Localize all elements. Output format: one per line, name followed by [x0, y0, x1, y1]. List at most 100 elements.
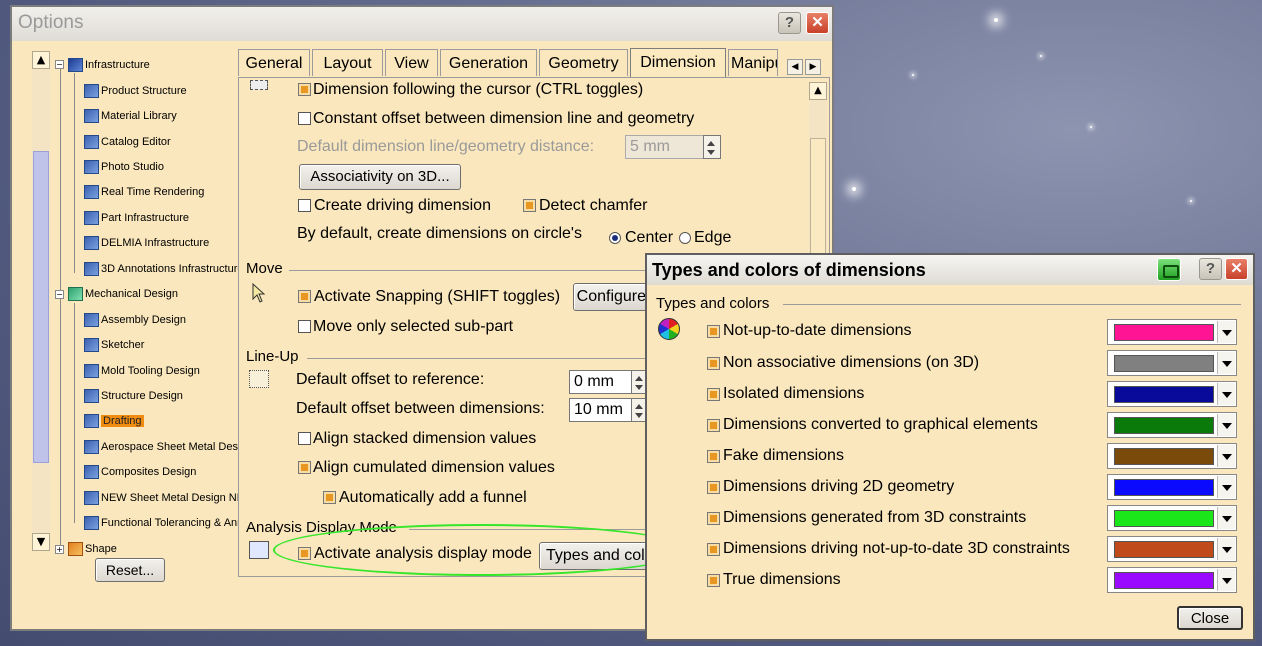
follow-cursor-checkbox[interactable] — [298, 83, 311, 96]
default-distance-spinner[interactable] — [703, 135, 721, 159]
catalog-editor-icon — [84, 135, 99, 150]
tree-item-sketcher[interactable]: Sketcher — [84, 337, 144, 353]
dimension-icon — [250, 80, 268, 90]
row-checkbox[interactable] — [707, 450, 720, 463]
activate-snapping-checkbox[interactable] — [298, 290, 311, 303]
tree-item-infrastructure[interactable]: Infrastructure — [68, 57, 150, 73]
tab-scroll-left-icon[interactable]: ◀ — [787, 59, 803, 75]
close-button[interactable]: Close — [1177, 606, 1243, 630]
detect-chamfer-checkbox[interactable] — [523, 199, 536, 212]
color-dropdown[interactable] — [1107, 505, 1237, 531]
move-section-header: Move — [246, 260, 283, 277]
tab-manipulators[interactable]: Manipulators — [728, 49, 778, 76]
color-dropdown[interactable] — [1107, 536, 1237, 562]
tab-dimension[interactable]: Dimension — [630, 48, 726, 77]
row-checkbox[interactable] — [707, 325, 720, 338]
close-icon[interactable]: ✕ — [1225, 258, 1248, 280]
scroll-thumb[interactable] — [810, 138, 826, 258]
chevron-down-icon[interactable] — [1217, 538, 1235, 560]
chevron-down-icon[interactable] — [1217, 414, 1235, 436]
color-swatch — [1114, 448, 1214, 465]
align-stacked-checkbox[interactable] — [298, 432, 311, 445]
row-checkbox[interactable] — [707, 357, 720, 370]
close-button[interactable]: ✕ — [806, 12, 829, 34]
associativity-button[interactable]: Associativity on 3D... — [299, 164, 461, 190]
tree-item-material-library[interactable]: Material Library — [84, 108, 177, 124]
constant-offset-checkbox[interactable] — [298, 112, 311, 125]
aerospace-icon — [84, 440, 99, 455]
chevron-down-icon[interactable] — [1217, 476, 1235, 498]
tree-item-real-time-rendering[interactable]: Real Time Rendering — [84, 184, 204, 200]
align-cumulated-checkbox[interactable] — [298, 461, 311, 474]
color-dropdown[interactable] — [1107, 567, 1237, 593]
tree-item-structure-design[interactable]: Structure Design — [84, 388, 183, 404]
default-distance-field[interactable]: 5 mm — [625, 135, 705, 159]
row-checkbox[interactable] — [707, 481, 720, 494]
chevron-down-icon[interactable] — [1217, 445, 1235, 467]
row-checkbox[interactable] — [707, 574, 720, 587]
tab-layout[interactable]: Layout — [312, 49, 383, 76]
color-dropdown[interactable] — [1107, 412, 1237, 438]
tree-item-mechanical-design[interactable]: Mechanical Design — [68, 286, 178, 302]
tree-item-drafting[interactable]: Drafting — [84, 413, 144, 429]
chevron-down-icon[interactable] — [1217, 352, 1235, 374]
row-checkbox[interactable] — [707, 419, 720, 432]
tree-item-aerospace[interactable]: Aerospace Sheet Metal Design — [84, 439, 246, 455]
star — [994, 18, 998, 22]
add-funnel-checkbox[interactable] — [323, 491, 336, 504]
tree-item-3d-annotations[interactable]: 3D Annotations Infrastructure — [84, 261, 243, 277]
scroll-up-icon[interactable]: ▲ — [809, 82, 827, 100]
add-funnel-label: Automatically add a funnel — [339, 489, 527, 506]
row-checkbox[interactable] — [707, 512, 720, 525]
tree-item-assembly-design[interactable]: Assembly Design — [84, 312, 186, 328]
tree-item-product-structure[interactable]: Product Structure — [84, 83, 187, 99]
types-colors-titlebar[interactable]: Types and colors of dimensions ? ✕ — [647, 255, 1253, 285]
scroll-up-icon[interactable]: ▲ — [32, 51, 50, 69]
color-dropdown[interactable] — [1107, 350, 1237, 376]
row-checkbox[interactable] — [707, 543, 720, 556]
options-titlebar[interactable]: Options ? ✕ — [12, 7, 832, 41]
chevron-down-icon[interactable] — [1217, 321, 1235, 343]
tree-item-composites[interactable]: Composites Design — [84, 464, 196, 480]
collapse-icon[interactable]: − — [55, 60, 64, 69]
color-dropdown[interactable] — [1107, 381, 1237, 407]
circle-edge-radio[interactable] — [679, 232, 691, 244]
color-dropdown[interactable] — [1107, 319, 1237, 345]
help-button[interactable]: ? — [778, 12, 801, 34]
move-selected-checkbox[interactable] — [298, 320, 311, 333]
chevron-down-icon[interactable] — [1217, 569, 1235, 591]
chevron-down-icon[interactable] — [1217, 507, 1235, 529]
tree-item-mold-tooling[interactable]: Mold Tooling Design — [84, 363, 200, 379]
tab-general[interactable]: General — [238, 49, 310, 76]
scroll-thumb[interactable] — [33, 151, 49, 463]
tab-scroll-right-icon[interactable]: ▶ — [805, 59, 821, 75]
tree-item-sheet-metal[interactable]: NEW Sheet Metal Design NEW — [84, 490, 246, 506]
scroll-down-icon[interactable]: ▼ — [32, 533, 50, 551]
tab-geometry[interactable]: Geometry — [539, 49, 628, 76]
help-button[interactable]: ? — [1199, 258, 1222, 280]
color-dropdown[interactable] — [1107, 443, 1237, 469]
tree-item-photo-studio[interactable]: Photo Studio — [84, 159, 164, 175]
tab-generation[interactable]: Generation — [440, 49, 537, 76]
tree-item-shape[interactable]: Shape — [68, 541, 117, 557]
row-label: Dimensions generated from 3D constraints — [723, 509, 1027, 526]
offset-between-field[interactable]: 10 mm — [569, 398, 633, 422]
color-dropdown[interactable] — [1107, 474, 1237, 500]
tree-item-functional-tolerancing[interactable]: Functional Tolerancing & Annotation — [84, 515, 246, 531]
offset-reference-field[interactable]: 0 mm — [569, 370, 633, 394]
row-checkbox[interactable] — [707, 388, 720, 401]
chevron-down-icon[interactable] — [1217, 383, 1235, 405]
align-cumulated-label: Align cumulated dimension values — [313, 459, 555, 476]
tree-item-delmia[interactable]: DELMIA Infrastructure — [84, 235, 209, 251]
product-structure-icon — [84, 84, 99, 99]
reset-button[interactable]: Reset... — [95, 558, 165, 582]
circle-center-radio[interactable] — [609, 232, 621, 244]
collapse-icon[interactable]: − — [55, 290, 64, 299]
expand-icon[interactable]: + — [55, 545, 64, 554]
create-driving-checkbox[interactable] — [298, 199, 311, 212]
print-icon[interactable] — [1157, 258, 1181, 281]
tree-item-part-infrastructure[interactable]: Part Infrastructure — [84, 210, 189, 226]
tree-scrollbar[interactable]: ▲ ▼ — [32, 51, 50, 551]
tab-view[interactable]: View — [385, 49, 438, 76]
tree-item-catalog-editor[interactable]: Catalog Editor — [84, 134, 171, 150]
